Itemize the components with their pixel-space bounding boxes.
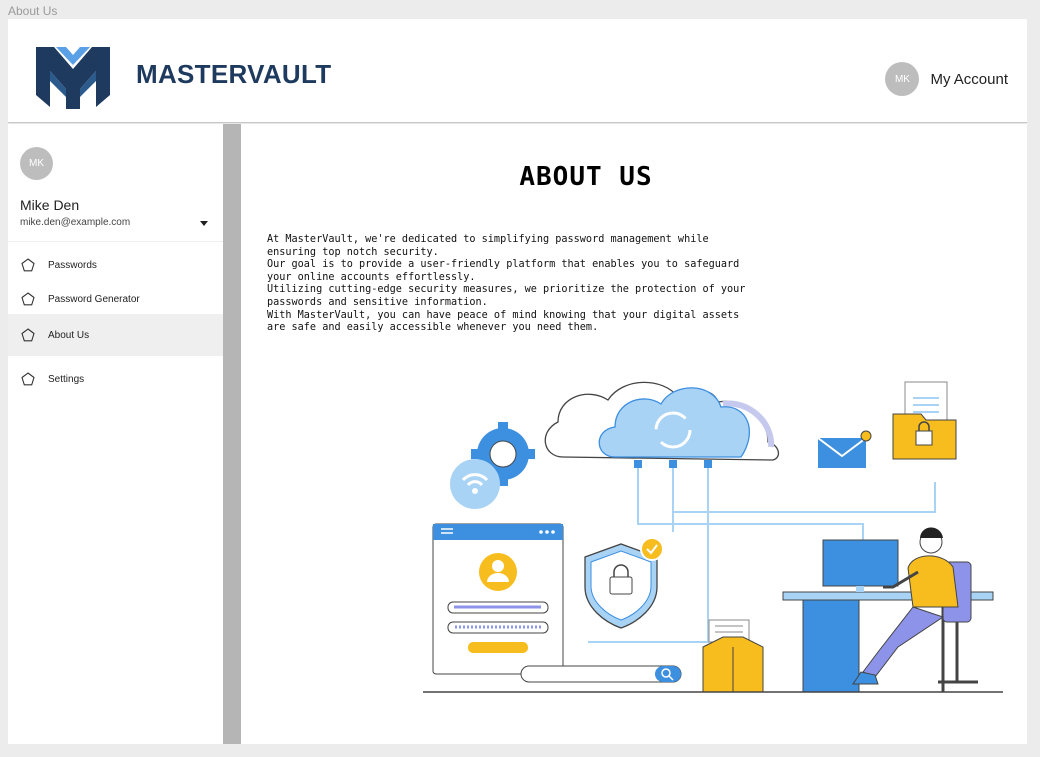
user-profile-block: MK Mike Den mike.den@example.com [8,124,223,242]
about-description: At MasterVault, we're dedicated to simpl… [267,234,757,335]
pentagon-icon [21,372,35,386]
user-email: mike.den@example.com [20,217,131,228]
security-illustration [423,381,1003,693]
about-paragraph: Utilizing cutting-edge security measures… [267,284,746,308]
sidebar-item-label: Settings [48,373,85,385]
page-title: ABOUT US [519,162,653,192]
pentagon-icon [21,292,35,306]
brand-name: MASTERVAULT [136,59,332,89]
about-paragraph: At MasterVault, we're dedicated to simpl… [267,234,709,258]
sidebar: MK Mike Den mike.den@example.com Passwor… [8,124,223,744]
my-account-button[interactable]: MK My Account [885,62,1008,96]
about-paragraph: With MasterVault, you can have peace of … [267,309,740,334]
sidebar-item-label: Password Generator [48,293,140,305]
window-title: About Us [8,4,58,18]
sidebar-item-about-us[interactable]: About Us [8,314,223,356]
sidebar-scrollbar[interactable] [223,124,241,744]
avatar: MK [20,147,53,180]
sidebar-item-settings[interactable]: Settings [8,358,223,400]
account-avatar[interactable]: MK [885,62,920,96]
main-content: ABOUT US At MasterVault, we're dedicated… [241,124,1027,744]
pentagon-icon [21,328,35,342]
sidebar-item-label: Passwords [48,259,97,271]
sidebar-item-label: About Us [48,329,90,341]
user-name: Mike Den [20,197,80,213]
top-header: MASTERVAULT MK My Account [8,19,1027,123]
my-account-label[interactable]: My Account [930,71,1008,88]
about-paragraph: Our goal is to provide a user-friendly p… [267,259,740,283]
app-frame: MASTERVAULT MK My Account MK Mike Den mi… [8,19,1027,744]
pentagon-icon [21,258,35,272]
chevron-down-icon[interactable] [200,221,208,226]
mastervault-logo [36,47,110,109]
